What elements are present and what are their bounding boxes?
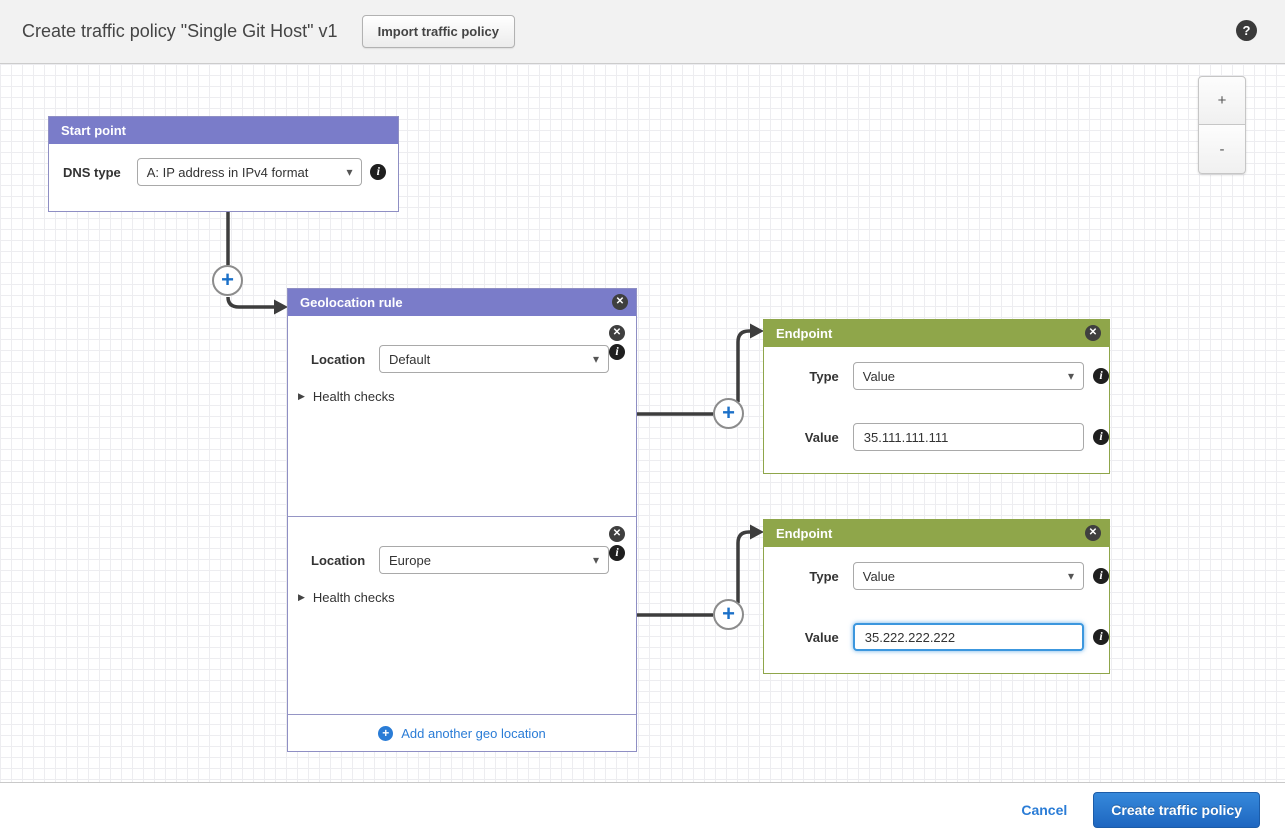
plus-icon: + xyxy=(722,601,735,627)
endpoint-type-label: Type xyxy=(764,369,839,384)
location-selected-value: Default xyxy=(389,352,587,367)
import-traffic-policy-button[interactable]: Import traffic policy xyxy=(362,15,515,48)
location-row: Location Default ▾ xyxy=(311,345,609,373)
geolocation-rule-title: Geolocation rule xyxy=(300,295,403,310)
endpoint-value-input[interactable] xyxy=(853,423,1084,451)
expander-triangle-icon: ▶ xyxy=(298,391,305,402)
endpoint-type-select[interactable]: Value ▾ xyxy=(853,362,1084,390)
endpoint-value-row: Value i xyxy=(764,423,1109,451)
dns-type-label: DNS type xyxy=(63,165,137,180)
geo-section-close-icon[interactable]: ✕ xyxy=(609,526,625,542)
add-endpoint-connector-button[interactable]: + xyxy=(713,398,744,429)
geolocation-rule-node: Geolocation rule ✕ ✕ i Location Default … xyxy=(287,288,637,752)
endpoint-type-info-icon[interactable]: i xyxy=(1093,568,1109,584)
dns-type-selected-value: A: IP address in IPv4 format xyxy=(147,165,341,180)
bottom-action-bar: Cancel Create traffic policy xyxy=(0,783,1285,837)
endpoint-value-info-icon[interactable]: i xyxy=(1093,429,1109,445)
create-traffic-policy-button[interactable]: Create traffic policy xyxy=(1093,792,1260,828)
add-plus-icon: + xyxy=(378,726,393,741)
location-row: Location Europe ▾ xyxy=(311,546,609,574)
endpoint-title: Endpoint xyxy=(776,526,832,541)
dns-type-select[interactable]: A: IP address in IPv4 format ▾ xyxy=(137,158,363,186)
endpoint-node-2: Endpoint ✕ Type Value ▾ i Value i xyxy=(763,519,1110,674)
dns-type-info-icon[interactable]: i xyxy=(370,164,386,180)
location-selected-value: Europe xyxy=(389,553,587,568)
add-geo-location-label: Add another geo location xyxy=(401,726,546,741)
chevron-down-icon: ▾ xyxy=(593,553,599,567)
endpoint-type-selected-value: Value xyxy=(863,569,1062,584)
chevron-down-icon: ▾ xyxy=(346,165,352,179)
endpoint-type-row: Type Value ▾ i xyxy=(764,362,1109,390)
add-geo-location-link[interactable]: + Add another geo location xyxy=(378,726,546,741)
location-label: Location xyxy=(311,553,379,568)
location-select[interactable]: Europe ▾ xyxy=(379,546,609,574)
start-point-node: Start point DNS type A: IP address in IP… xyxy=(48,116,399,212)
endpoint-value-label: Value xyxy=(764,430,839,445)
geo-section-europe: ✕ i Location Europe ▾ ▶ Health checks xyxy=(288,516,636,716)
zoom-out-button[interactable]: - xyxy=(1198,125,1246,174)
help-icon[interactable]: ? xyxy=(1236,20,1257,41)
chevron-down-icon: ▾ xyxy=(1068,569,1074,583)
endpoint-close-icon[interactable]: ✕ xyxy=(1085,525,1101,541)
endpoint-type-selected-value: Value xyxy=(863,369,1062,384)
endpoint-value-info-icon[interactable]: i xyxy=(1093,629,1109,645)
start-point-header: Start point xyxy=(49,117,398,144)
location-info-icon[interactable]: i xyxy=(609,545,625,561)
health-checks-label: Health checks xyxy=(313,389,395,404)
add-endpoint-connector-button[interactable]: + xyxy=(713,599,744,630)
expander-triangle-icon: ▶ xyxy=(298,592,305,603)
add-rule-connector-button[interactable]: + xyxy=(212,265,243,296)
endpoint-node-1: Endpoint ✕ Type Value ▾ i Value i xyxy=(763,319,1110,474)
geo-footer: + Add another geo location xyxy=(288,714,636,751)
location-info-icon[interactable]: i xyxy=(609,344,625,360)
location-label: Location xyxy=(311,352,379,367)
endpoint-title: Endpoint xyxy=(776,326,832,341)
endpoint-header: Endpoint ✕ xyxy=(764,520,1109,547)
page-title: Create traffic policy "Single Git Host" … xyxy=(22,21,338,42)
endpoint-value-row: Value i xyxy=(764,623,1109,651)
start-point-title: Start point xyxy=(61,123,126,138)
zoom-in-button[interactable]: + xyxy=(1198,76,1246,125)
endpoint-value-label: Value xyxy=(764,630,839,645)
geo-section-close-icon[interactable]: ✕ xyxy=(609,325,625,341)
canvas-zoom-controls: + - xyxy=(1198,76,1246,174)
traffic-policy-canvas: + - Start point DNS type A: IP address i… xyxy=(0,64,1285,783)
endpoint-header: Endpoint ✕ xyxy=(764,320,1109,347)
endpoint-type-info-icon[interactable]: i xyxy=(1093,368,1109,384)
health-checks-expander[interactable]: ▶ Health checks xyxy=(298,389,395,404)
dns-type-row: DNS type A: IP address in IPv4 format ▾ … xyxy=(63,158,386,186)
plus-icon: + xyxy=(722,400,735,426)
plus-icon: + xyxy=(221,267,234,293)
cancel-link[interactable]: Cancel xyxy=(1021,802,1067,818)
chevron-down-icon: ▾ xyxy=(593,352,599,366)
health-checks-expander[interactable]: ▶ Health checks xyxy=(298,590,395,605)
health-checks-label: Health checks xyxy=(313,590,395,605)
endpoint-value-input-focused[interactable] xyxy=(853,623,1084,651)
top-header-bar: Create traffic policy "Single Git Host" … xyxy=(0,0,1285,64)
location-select[interactable]: Default ▾ xyxy=(379,345,609,373)
geolocation-rule-close-icon[interactable]: ✕ xyxy=(612,294,628,310)
endpoint-type-row: Type Value ▾ i xyxy=(764,562,1109,590)
geo-section-default: ✕ i Location Default ▾ ▶ Health checks xyxy=(288,316,636,516)
endpoint-type-select[interactable]: Value ▾ xyxy=(853,562,1084,590)
endpoint-close-icon[interactable]: ✕ xyxy=(1085,325,1101,341)
chevron-down-icon: ▾ xyxy=(1068,369,1074,383)
endpoint-type-label: Type xyxy=(764,569,839,584)
geolocation-rule-header: Geolocation rule ✕ xyxy=(288,289,636,316)
